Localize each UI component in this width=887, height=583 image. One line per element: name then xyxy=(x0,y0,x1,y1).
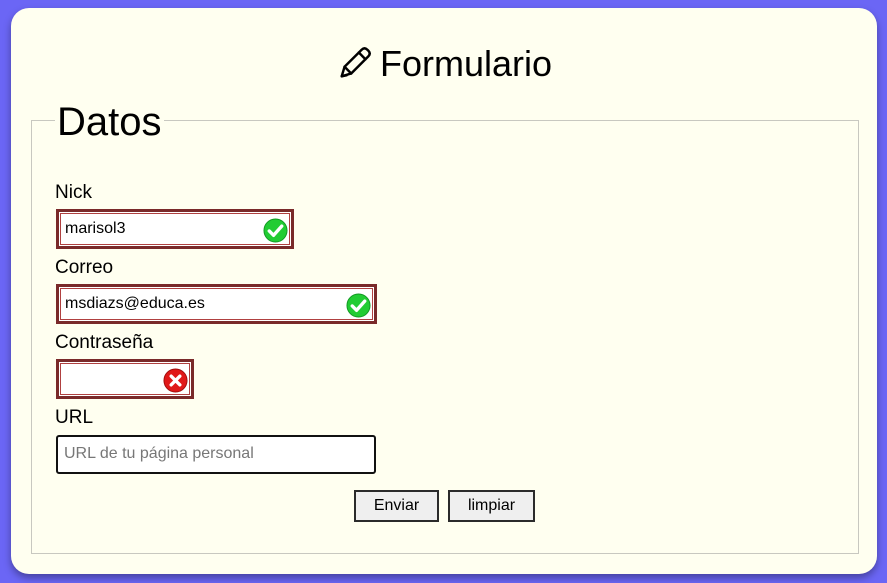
correo-label: Correo xyxy=(55,257,114,278)
nick-value: marisol3 xyxy=(65,220,126,237)
page-title-text: Formulario xyxy=(379,43,553,84)
error-x-icon xyxy=(163,368,188,393)
page-title: Formulario xyxy=(11,42,877,86)
fieldset-legend: Datos xyxy=(55,100,164,144)
contrasena-input[interactable] xyxy=(56,359,194,399)
correo-value: msdiazs@educa.es xyxy=(65,295,205,312)
correo-input[interactable]: msdiazs@educa.es xyxy=(56,284,377,324)
check-icon xyxy=(346,293,371,318)
nick-label: Nick xyxy=(55,182,92,203)
pencil-icon xyxy=(340,47,371,78)
datos-fieldset xyxy=(31,120,859,554)
check-icon xyxy=(263,218,288,243)
url-label: URL xyxy=(55,407,94,428)
form-card: Formulario Datos Nick marisol3 Correo ms… xyxy=(11,8,877,574)
url-input[interactable]: URL de tu página personal xyxy=(56,435,376,474)
nick-input[interactable]: marisol3 xyxy=(56,209,294,249)
limpiar-button[interactable]: limpiar xyxy=(448,490,535,522)
contrasena-label: Contraseña xyxy=(55,332,154,353)
enviar-button[interactable]: Enviar xyxy=(354,490,439,522)
url-placeholder: URL de tu página personal xyxy=(64,445,254,462)
